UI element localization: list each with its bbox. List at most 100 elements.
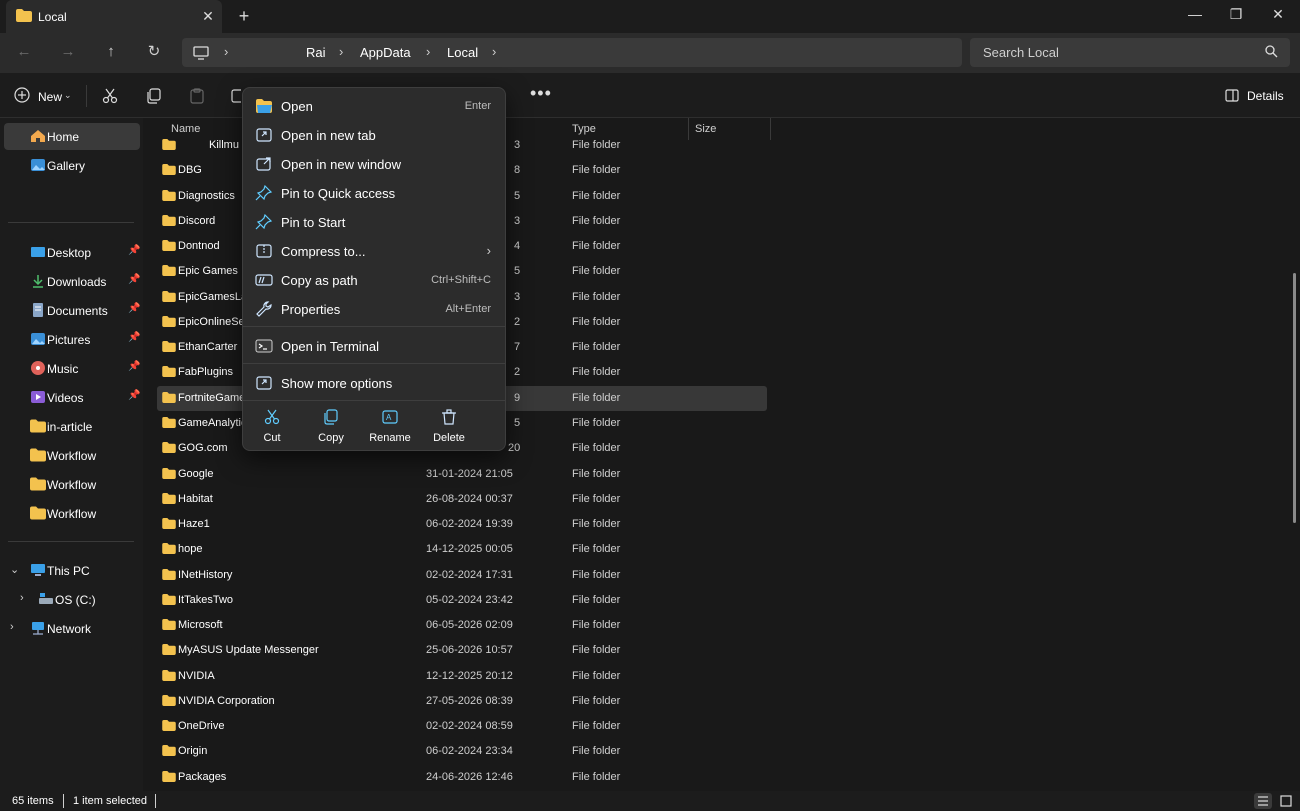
sidebar-item-in-article[interactable]: in-article bbox=[4, 413, 140, 440]
file-type: File folder bbox=[572, 391, 621, 404]
table-row[interactable]: INetHistory 02-02-2024 17:31 File folder bbox=[157, 563, 767, 588]
scrollbar-thumb[interactable] bbox=[1293, 273, 1296, 523]
column-divider[interactable] bbox=[770, 118, 771, 140]
chevron-right-icon[interactable]: › bbox=[20, 592, 24, 604]
table-row[interactable]: Microsoft 06-05-2026 02:09 File folder bbox=[157, 613, 767, 638]
table-row[interactable]: OneDrive 02-02-2024 08:59 File folder bbox=[157, 714, 767, 739]
menu-item-pin-start[interactable]: Pin to Start bbox=[247, 208, 503, 236]
chevron-right-icon[interactable]: › bbox=[492, 44, 496, 59]
address-bar[interactable]: › Rai › AppData › Local › bbox=[182, 38, 962, 67]
date-modified: 2 bbox=[514, 366, 521, 379]
tab-local[interactable]: Local ✕ bbox=[6, 0, 222, 33]
navigation-pane: Home Gallery Desktop 📌 Downloads 📌 Docum… bbox=[0, 118, 143, 791]
sidebar-item-workflow[interactable]: Workflow bbox=[4, 442, 140, 469]
file-name: Dontnod bbox=[178, 240, 220, 253]
status-bar: 65 items 1 item selected bbox=[0, 791, 1300, 811]
menu-item-label: Open bbox=[281, 99, 313, 114]
minimize-button[interactable]: — bbox=[1173, 0, 1217, 30]
details-button[interactable]: Details bbox=[1247, 89, 1284, 103]
refresh-button[interactable]: ↻ bbox=[140, 39, 168, 65]
new-icon[interactable] bbox=[14, 87, 30, 103]
details-view-button[interactable] bbox=[1254, 793, 1272, 809]
copy-icon[interactable] bbox=[146, 88, 162, 104]
table-row[interactable]: NVIDIA 12-12-2025 20:12 File folder bbox=[157, 664, 767, 689]
table-row[interactable]: Haze1 06-02-2024 19:39 File folder bbox=[157, 512, 767, 537]
close-tab-button[interactable]: ✕ bbox=[196, 5, 220, 27]
menu-item-open[interactable]: Open Enter bbox=[247, 92, 503, 120]
menu-item-compress[interactable]: Compress to... › bbox=[247, 237, 503, 265]
table-row[interactable]: ItTakesTwo 05-02-2024 23:42 File folder bbox=[157, 588, 767, 613]
forward-button[interactable]: → bbox=[54, 39, 82, 65]
sidebar-item-music[interactable]: Music 📌 bbox=[4, 355, 140, 382]
breadcrumb-local[interactable]: Local bbox=[447, 45, 478, 60]
chevron-right-icon[interactable]: › bbox=[426, 44, 430, 59]
sidebar-item-documents[interactable]: Documents 📌 bbox=[4, 297, 140, 324]
table-row[interactable]: MyASUS Update Messenger 25-06-2026 10:57 F… bbox=[157, 638, 767, 663]
new-button[interactable]: New bbox=[38, 90, 62, 104]
sidebar-item-pictures[interactable]: Pictures 📌 bbox=[4, 326, 140, 353]
menu-item-open-terminal[interactable]: Open in Terminal bbox=[247, 332, 503, 360]
up-button[interactable]: ↑ bbox=[97, 39, 125, 65]
new-window-icon bbox=[256, 157, 271, 171]
menu-item-pin-quick-access[interactable]: Pin to Quick access bbox=[247, 179, 503, 207]
search-input[interactable]: Search Local bbox=[970, 38, 1290, 67]
chevron-right-icon[interactable]: › bbox=[339, 44, 343, 59]
delete-action-button[interactable]: Delete bbox=[421, 403, 477, 449]
sidebar-item-network[interactable]: › Network bbox=[4, 615, 140, 642]
menu-item-properties[interactable]: Properties Alt+Enter bbox=[247, 295, 503, 323]
menu-divider bbox=[243, 326, 505, 327]
rename-action-button[interactable]: A Rename bbox=[362, 403, 418, 449]
sidebar-item-gallery[interactable]: Gallery bbox=[4, 152, 140, 179]
chevron-right-icon[interactable]: › bbox=[224, 44, 228, 59]
search-icon bbox=[1265, 45, 1278, 58]
paste-icon[interactable] bbox=[189, 88, 205, 104]
chevron-down-icon[interactable]: ⌄ bbox=[10, 563, 19, 576]
sidebar-item-home[interactable]: Home bbox=[4, 123, 140, 150]
pin-icon[interactable]: 📌 bbox=[128, 274, 140, 285]
breadcrumb-rai[interactable]: Rai bbox=[306, 45, 326, 60]
add-tab-button[interactable]: + bbox=[232, 5, 256, 27]
sidebar-item-os-drive[interactable]: › OS (C:) bbox=[4, 586, 140, 613]
close-window-button[interactable]: ✕ bbox=[1256, 0, 1300, 30]
gallery-icon bbox=[31, 159, 45, 171]
tiles-view-button[interactable] bbox=[1277, 793, 1295, 809]
file-name: Killmu bbox=[209, 139, 239, 151]
pin-icon[interactable]: 📌 bbox=[128, 245, 140, 256]
pin-icon[interactable]: 📌 bbox=[128, 332, 140, 343]
breadcrumb-appdata[interactable]: AppData bbox=[360, 45, 411, 60]
menu-item-open-new-window[interactable]: Open in new window bbox=[247, 150, 503, 178]
pin-icon[interactable]: 📌 bbox=[128, 390, 140, 401]
rename-icon[interactable] bbox=[231, 88, 241, 104]
copy-action-button[interactable]: Copy bbox=[303, 403, 359, 449]
sidebar-item-this-pc[interactable]: ⌄ This PC bbox=[4, 557, 140, 584]
menu-item-show-more-options[interactable]: Show more options bbox=[247, 369, 503, 397]
sidebar-item-videos[interactable]: Videos 📌 bbox=[4, 384, 140, 411]
date-modified: 20 bbox=[508, 442, 521, 455]
folder-icon bbox=[162, 240, 176, 252]
menu-item-copy-as-path[interactable]: Copy as path Ctrl+Shift+C bbox=[247, 266, 503, 294]
table-row[interactable]: NVIDIA Corporation 27-05-2026 08:39 File f… bbox=[157, 689, 767, 714]
folder-icon bbox=[162, 593, 176, 605]
table-row[interactable]: Habitat 26-08-2024 00:37 File folder bbox=[157, 487, 767, 512]
cut-icon[interactable] bbox=[102, 88, 118, 104]
menu-item-label: Properties bbox=[281, 302, 341, 317]
sidebar-item-downloads[interactable]: Downloads 📌 bbox=[4, 268, 140, 295]
table-row[interactable]: hope 14-12-2025 00:05 File folder bbox=[157, 537, 767, 562]
more-options-icon[interactable]: ••• bbox=[530, 83, 552, 104]
table-row[interactable]: Packages 24-06-2026 12:46 File folder bbox=[157, 765, 767, 790]
pin-icon[interactable]: 📌 bbox=[128, 303, 140, 314]
table-row[interactable]: Origin 06-02-2024 23:34 File folder bbox=[157, 739, 767, 764]
sidebar-item-workflow[interactable]: Workflow bbox=[4, 500, 140, 527]
back-button[interactable]: ← bbox=[10, 39, 38, 65]
sidebar-item-workflow[interactable]: Workflow bbox=[4, 471, 140, 498]
file-name: OneDrive bbox=[178, 720, 225, 733]
pin-icon[interactable]: 📌 bbox=[128, 361, 140, 372]
chevron-right-icon[interactable]: › bbox=[10, 621, 14, 633]
restore-button[interactable]: ❐ bbox=[1214, 0, 1258, 30]
cut-action-button[interactable]: Cut bbox=[244, 403, 300, 449]
details-pane-icon[interactable] bbox=[1225, 89, 1239, 102]
menu-item-open-new-tab[interactable]: Open in new tab bbox=[247, 121, 503, 149]
chevron-down-icon[interactable]: ⌄ bbox=[64, 90, 72, 101]
sidebar-item-desktop[interactable]: Desktop 📌 bbox=[4, 239, 140, 266]
table-row[interactable]: Google 31-01-2024 21:05 File folder bbox=[157, 462, 767, 487]
